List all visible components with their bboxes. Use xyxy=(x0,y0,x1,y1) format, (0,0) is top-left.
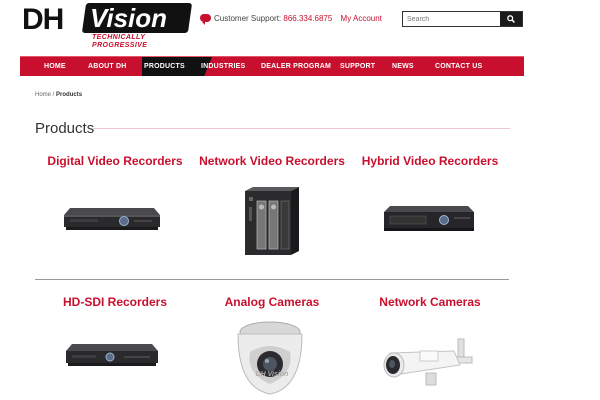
dvr-image[interactable] xyxy=(62,200,162,234)
search-input[interactable] xyxy=(403,12,499,26)
search-button[interactable] xyxy=(500,12,522,26)
nav-news[interactable]: NEWS xyxy=(392,57,414,76)
nav-dealer-program[interactable]: DEALER PROGRAM xyxy=(261,57,331,76)
row-divider xyxy=(35,279,509,280)
category-title-hvr[interactable]: Hybrid Video Recorders xyxy=(345,154,515,168)
title-rule xyxy=(93,128,510,129)
support-phone-link[interactable]: 866.334.6875 xyxy=(283,14,332,23)
nav-contact[interactable]: CONTACT US xyxy=(435,57,482,76)
breadcrumb-current: Products xyxy=(56,92,83,98)
chat-icon xyxy=(200,14,211,25)
search-icon xyxy=(507,15,515,23)
category-title-dvr[interactable]: Digital Video Recorders xyxy=(30,154,200,168)
hdsdi-recorder-image[interactable] xyxy=(64,338,160,372)
logo-text-vision: Vision xyxy=(90,3,168,33)
camera-brand-label: DH Vision xyxy=(256,371,289,378)
logo-text-dh: DH xyxy=(22,3,64,36)
search-box xyxy=(402,11,523,27)
hvr-image[interactable] xyxy=(380,200,476,236)
nvr-image[interactable] xyxy=(243,185,301,257)
category-title-network-cameras[interactable]: Network Cameras xyxy=(345,295,515,309)
category-title-hdsdi[interactable]: HD-SDI Recorders xyxy=(30,295,200,309)
customer-support: Customer Support: 866.334.6875 My Accoun… xyxy=(200,13,382,25)
nav-products[interactable]: PRODUCTS xyxy=(144,57,185,76)
category-title-analog-cameras[interactable]: Analog Cameras xyxy=(187,295,357,309)
dome-camera-image[interactable]: DH Vision xyxy=(228,318,312,400)
category-title-nvr[interactable]: Network Video Recorders xyxy=(187,154,357,168)
logo-tagline: TECHNICALLY PROGRESSIVE xyxy=(92,34,148,49)
nav-industries[interactable]: INDUSTRIES xyxy=(201,57,245,76)
support-label: Customer Support: xyxy=(214,14,282,23)
breadcrumb: Home / Products xyxy=(35,92,82,98)
bullet-camera-image[interactable] xyxy=(380,335,480,390)
nav-home[interactable]: HOME xyxy=(44,57,66,76)
breadcrumb-home[interactable]: Home xyxy=(35,92,51,98)
nav-support[interactable]: SUPPORT xyxy=(340,57,375,76)
page-title: Products xyxy=(35,120,95,137)
my-account-link[interactable]: My Account xyxy=(341,14,382,23)
site-logo[interactable]: DH Vision TECHNICALLY PROGRESSIVE xyxy=(22,3,193,49)
nav-about[interactable]: ABOUT DH xyxy=(88,57,127,76)
main-nav: HOME ABOUT DH PRODUCTS INDUSTRIES DEALER… xyxy=(20,56,524,76)
